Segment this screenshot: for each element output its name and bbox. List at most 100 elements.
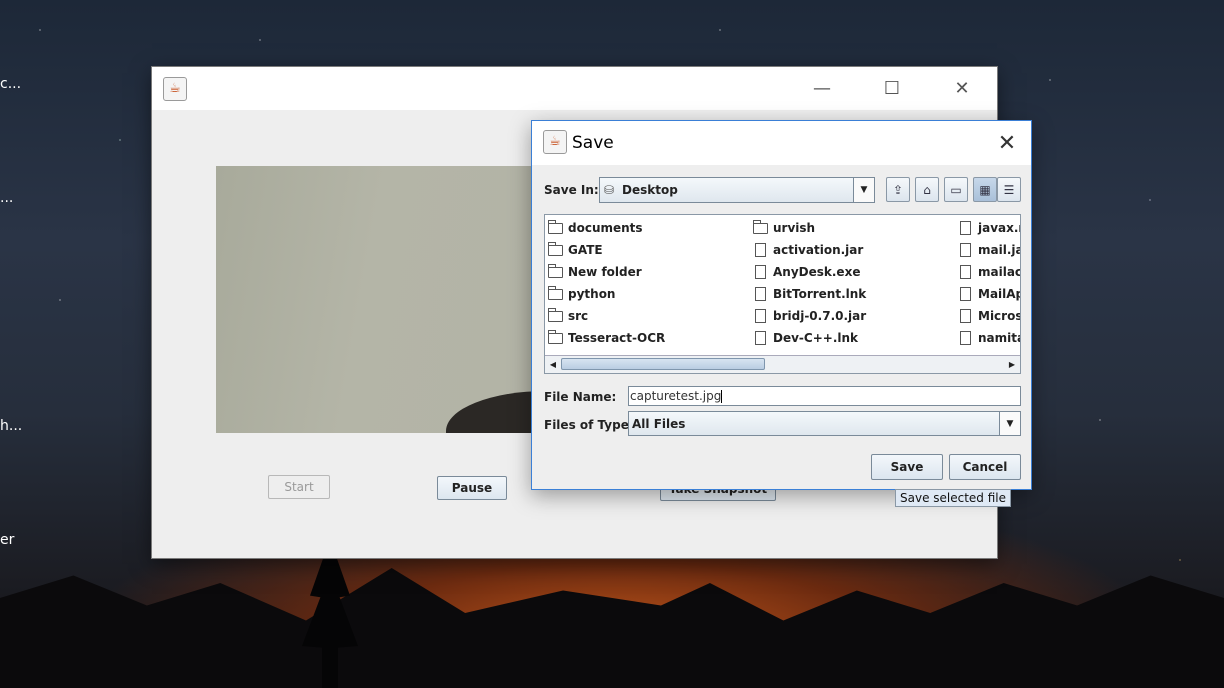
file-list-item[interactable]: AnyDesk.exe xyxy=(752,261,866,283)
chevron-down-icon[interactable]: ▼ xyxy=(853,178,874,202)
file-list-item[interactable]: Tesseract-OCR xyxy=(547,327,665,349)
list-view-button[interactable]: ▦ xyxy=(973,177,997,202)
file-list-item[interactable]: javax.m xyxy=(957,217,1020,239)
file-list-item[interactable]: BitTorrent.lnk xyxy=(752,283,866,305)
details-view-button[interactable]: ☰ xyxy=(997,177,1021,202)
file-icon xyxy=(959,331,971,345)
files-of-type-label: Files of Type: xyxy=(544,418,634,432)
file-list-item[interactable]: activation.jar xyxy=(752,239,866,261)
file-name-value: capturetest.jpg xyxy=(630,389,722,403)
close-icon: ✕ xyxy=(954,78,970,99)
file-column: urvish activation.jar AnyDesk.exe BitTorren… xyxy=(752,217,866,349)
save-in-value: Desktop xyxy=(622,183,678,197)
file-icon xyxy=(754,331,766,345)
file-icon xyxy=(959,265,971,279)
file-icon xyxy=(754,287,766,301)
save-dialog: ☕ Save ✕ Save In: ⛁ Desktop ▼ ⇪ ⌂ ▭ ▦ ☰ … xyxy=(531,120,1032,490)
file-list-item[interactable]: GATE xyxy=(547,239,665,261)
file-list-item-name: MailApp xyxy=(978,287,1020,301)
java-app-icon: ☕ xyxy=(543,130,567,154)
home-icon: ⌂ xyxy=(923,182,931,197)
file-list-item[interactable]: namita. xyxy=(957,327,1020,349)
file-list[interactable]: documents GATE New folder python src Tesserac… xyxy=(544,214,1021,374)
save-in-label: Save In: xyxy=(544,183,599,197)
file-list-item[interactable]: bridj-0.7.0.jar xyxy=(752,305,866,327)
file-icon xyxy=(754,309,766,323)
file-list-item[interactable]: Dev-C++.lnk xyxy=(752,327,866,349)
main-title-bar: ☕ — ☐ ✕ xyxy=(152,67,997,110)
file-list-item-name: src xyxy=(568,309,589,323)
file-list-item-name: namita. xyxy=(978,331,1020,345)
file-list-item-name: New folder xyxy=(568,265,642,279)
minimize-button[interactable]: — xyxy=(799,67,845,110)
start-button[interactable]: Start xyxy=(268,475,330,499)
dialog-close-button[interactable]: ✕ xyxy=(983,121,1031,165)
file-list-item-name: mailact xyxy=(978,265,1020,279)
file-list-item[interactable]: documents xyxy=(547,217,665,239)
list-view-icon: ▦ xyxy=(979,182,991,197)
scroll-left-icon[interactable]: ◀ xyxy=(546,357,560,371)
maximize-button[interactable]: ☐ xyxy=(869,67,915,110)
folder-icon xyxy=(547,241,563,256)
file-list-item-name: python xyxy=(568,287,616,301)
details-view-icon: ☰ xyxy=(1003,182,1015,197)
files-of-type-value: All Files xyxy=(632,417,686,431)
save-button[interactable]: Save xyxy=(871,454,943,480)
files-of-type-combo[interactable]: All Files ▼ xyxy=(628,411,1021,436)
up-one-level-button[interactable]: ⇪ xyxy=(886,177,910,202)
new-folder-button[interactable]: ▭ xyxy=(944,177,968,202)
file-list-item[interactable]: urvish xyxy=(752,217,866,239)
dialog-title-bar: ☕ Save ✕ xyxy=(532,121,1031,165)
up-folder-icon: ⇪ xyxy=(892,182,904,197)
save-in-combo[interactable]: ⛁ Desktop ▼ xyxy=(599,177,875,203)
file-list-item-name: Microso xyxy=(978,309,1020,323)
file-list-item[interactable]: New folder xyxy=(547,261,665,283)
file-list-item[interactable]: MailApp xyxy=(957,283,1020,305)
file-list-item[interactable]: mailact xyxy=(957,261,1020,283)
cancel-button[interactable]: Cancel xyxy=(949,454,1021,480)
file-list-item-name: urvish xyxy=(773,221,816,235)
desktop-icon-label[interactable]: er xyxy=(0,532,14,548)
folder-icon xyxy=(547,263,563,278)
file-icon xyxy=(754,265,766,279)
file-list-item-name: javax.m xyxy=(978,221,1020,235)
file-column: documents GATE New folder python src Tesserac… xyxy=(547,217,665,349)
java-app-icon[interactable]: ☕ xyxy=(163,77,187,101)
home-button[interactable]: ⌂ xyxy=(915,177,939,202)
save-tooltip: Save selected file xyxy=(895,489,1012,507)
folder-icon xyxy=(547,219,563,234)
file-list-item[interactable]: python xyxy=(547,283,665,305)
close-button[interactable]: ✕ xyxy=(939,67,985,110)
scroll-right-icon[interactable]: ▶ xyxy=(1005,357,1019,371)
folder-icon xyxy=(547,307,563,322)
file-icon xyxy=(959,243,971,257)
file-list-item-name: Dev-C++.lnk xyxy=(773,331,859,345)
horizontal-scrollbar[interactable]: ◀ ▶ xyxy=(545,355,1020,373)
file-list-item-name: activation.jar xyxy=(773,243,864,257)
scrollbar-thumb[interactable] xyxy=(561,358,765,370)
new-folder-icon: ▭ xyxy=(950,182,962,197)
file-name-label: File Name: xyxy=(544,390,617,404)
maximize-icon: ☐ xyxy=(883,78,901,99)
desktop-icon-label[interactable]: ... xyxy=(0,190,13,206)
file-column: javax.m mail.jar mailact MailApp Microso nami… xyxy=(957,217,1020,349)
file-list-item[interactable]: src xyxy=(547,305,665,327)
minimize-icon: — xyxy=(813,78,831,99)
chevron-down-icon[interactable]: ▼ xyxy=(999,412,1020,435)
desktop-icon-label[interactable]: c... xyxy=(0,76,21,92)
file-icon xyxy=(959,287,971,301)
file-list-item-name: bridj-0.7.0.jar xyxy=(773,309,867,323)
file-list-item[interactable]: mail.jar xyxy=(957,239,1020,261)
pause-button[interactable]: Pause xyxy=(437,476,507,500)
folder-icon xyxy=(752,219,768,234)
file-list-item[interactable]: Microso xyxy=(957,305,1020,327)
folder-icon xyxy=(547,285,563,300)
file-list-item-name: BitTorrent.lnk xyxy=(773,287,867,301)
file-name-field[interactable]: capturetest.jpg xyxy=(628,386,1021,406)
file-list-item-name: Tesseract-OCR xyxy=(568,331,666,345)
drive-icon: ⛁ xyxy=(604,183,615,197)
file-list-item-name: documents xyxy=(568,221,643,235)
desktop-icon-label[interactable]: h... xyxy=(0,418,22,434)
file-list-item-name: mail.jar xyxy=(978,243,1020,257)
dialog-title: Save xyxy=(572,133,614,153)
